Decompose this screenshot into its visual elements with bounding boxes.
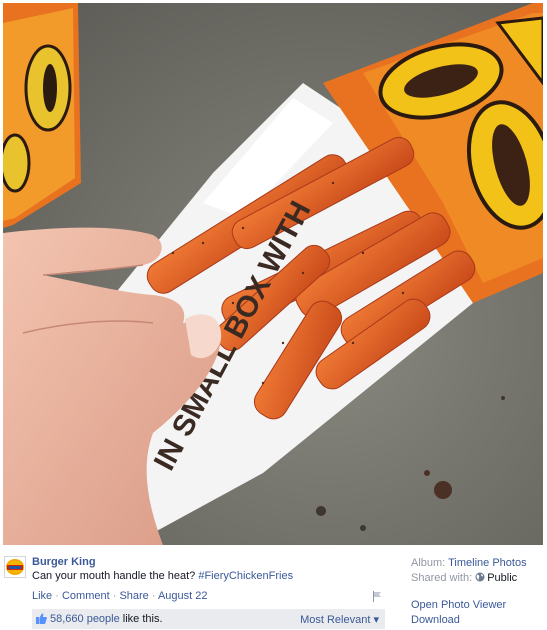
- download-row: Download: [411, 613, 527, 628]
- post-caption: Can your mouth handle the heat? #FieryCh…: [32, 570, 293, 582]
- globe-icon: [475, 572, 485, 582]
- sort-label: Most Relevant: [300, 614, 371, 626]
- likes-bar: 58,660 people like this. Most Relevant ▾: [32, 609, 385, 629]
- comment-link[interactable]: Comment: [62, 590, 110, 602]
- hashtag-link[interactable]: #FieryChickenFries: [198, 570, 293, 582]
- likes-summary: 58,660 people like this.: [50, 613, 163, 625]
- album-label: Album:: [411, 557, 446, 569]
- flag-icon[interactable]: [372, 591, 382, 602]
- open-photo-viewer-link[interactable]: Open Photo Viewer: [411, 599, 506, 611]
- album-row: Album: Timeline Photos: [411, 556, 527, 571]
- likes-suffix: like this.: [119, 613, 163, 625]
- separator: ·: [52, 590, 62, 602]
- likes-count-link[interactable]: 58,660 people: [50, 613, 120, 625]
- shared-with-value[interactable]: Public: [487, 572, 517, 584]
- chevron-down-icon: ▾: [373, 614, 379, 626]
- post-actions: Like · Comment · Share · August 22: [32, 590, 208, 602]
- post-photo[interactable]: IN SMALL BOX WITH: [3, 3, 543, 545]
- shared-with-label: Shared with:: [411, 572, 473, 584]
- like-link[interactable]: Like: [32, 590, 52, 602]
- caption-text: Can your mouth handle the heat?: [32, 570, 196, 582]
- photo-sidebar: Album: Timeline Photos Shared with: Publ…: [411, 556, 527, 628]
- burger-king-logo: [6, 559, 24, 575]
- thumb-up-icon: [36, 613, 47, 624]
- fries-photo-illustration: IN SMALL BOX WITH: [3, 3, 543, 545]
- download-link[interactable]: Download: [411, 614, 460, 626]
- sort-dropdown[interactable]: Most Relevant ▾: [300, 613, 379, 626]
- shared-with-row: Shared with: Public: [411, 571, 527, 586]
- separator: ·: [148, 590, 158, 602]
- share-link[interactable]: Share: [119, 590, 148, 602]
- post-date-link[interactable]: August 22: [158, 590, 208, 602]
- post-meta: Burger King Can your mouth handle the he…: [0, 548, 547, 630]
- separator: ·: [109, 590, 120, 602]
- page-avatar[interactable]: [4, 556, 26, 578]
- open-viewer-row: Open Photo Viewer: [411, 598, 527, 613]
- page-name-link[interactable]: Burger King: [32, 556, 96, 568]
- album-link[interactable]: Timeline Photos: [448, 557, 526, 569]
